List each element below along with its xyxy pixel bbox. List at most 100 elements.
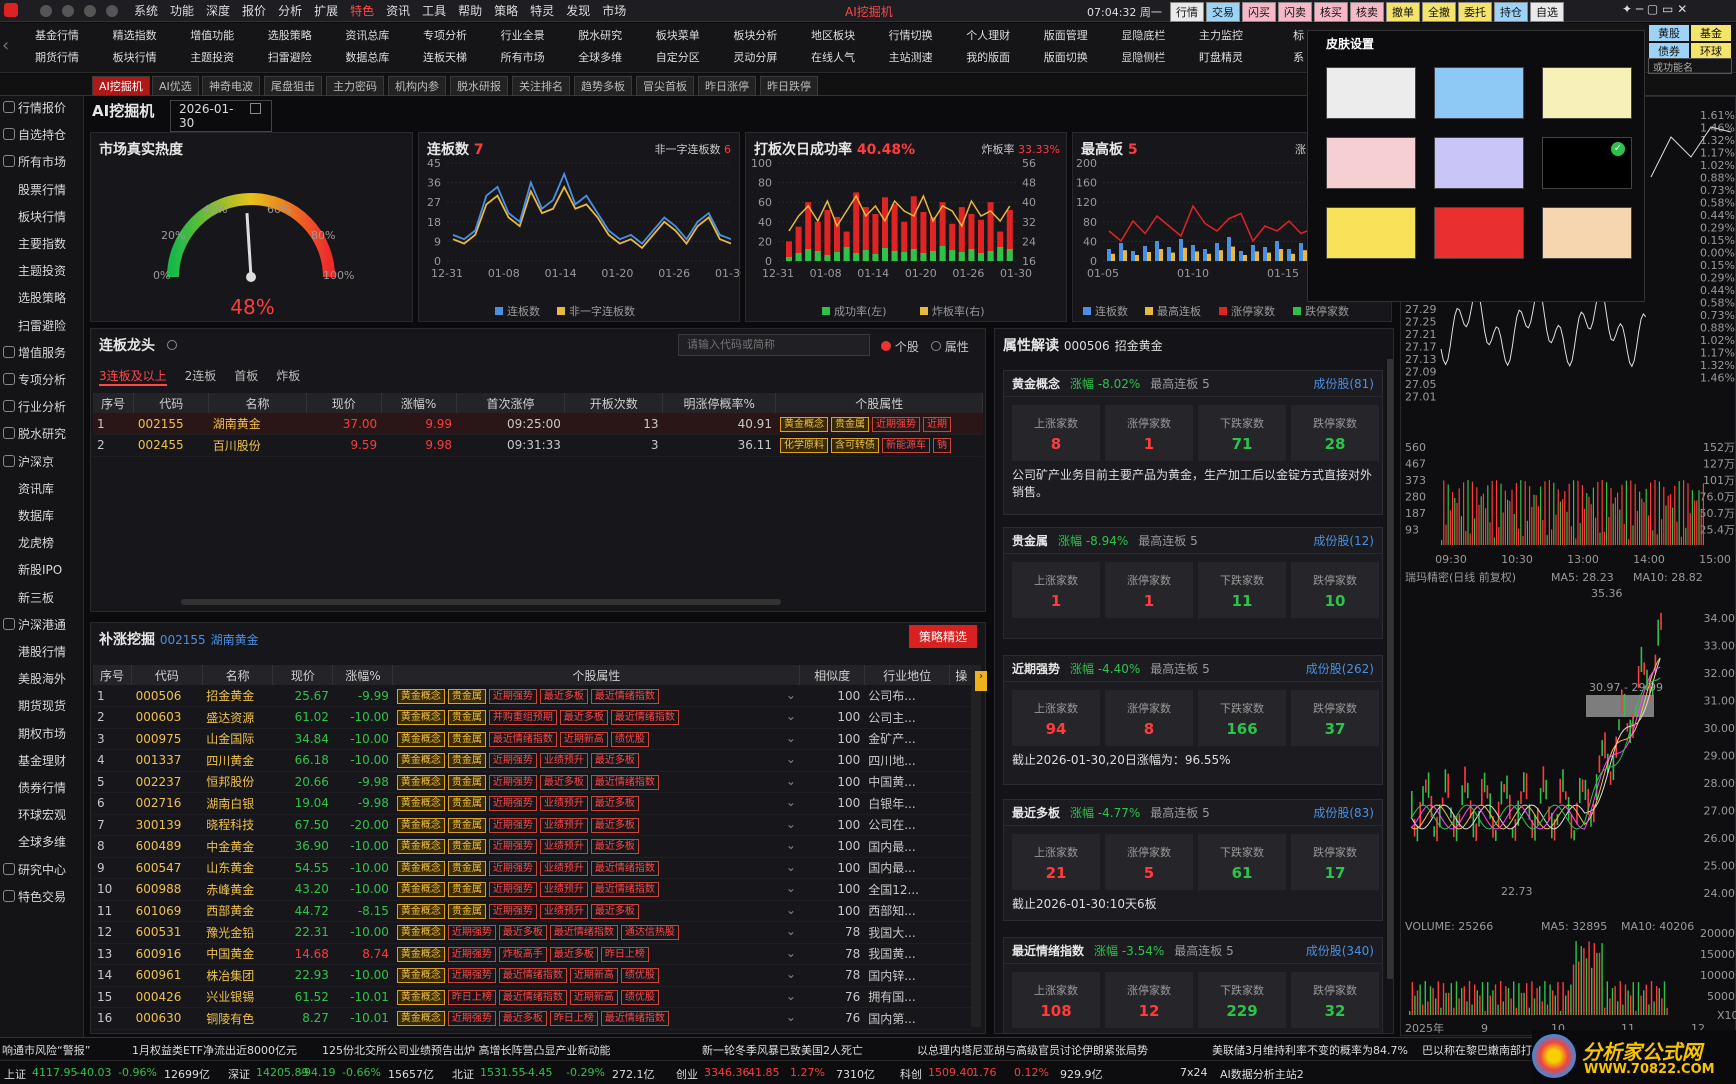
attribute-tag[interactable]: 最近多板 <box>590 817 639 833</box>
toolbar-版面管理[interactable]: 版面管理 <box>1027 25 1105 47</box>
sidebar-item-行业分析[interactable]: 行业分析 <box>0 395 84 419</box>
toolbar-个人理财[interactable]: 个人理财 <box>949 25 1027 47</box>
toolbar-主题投资[interactable]: 主题投资 <box>173 47 251 69</box>
attribute-tag[interactable]: 最近情绪指数 <box>590 688 659 704</box>
tab-神奇电波[interactable]: 神奇电波 <box>202 76 260 96</box>
attribute-tag[interactable]: 近期新高 <box>559 731 608 747</box>
menu-市场[interactable]: 市场 <box>596 3 632 19</box>
sidebar-item-特色交易[interactable]: 特色交易 <box>0 885 84 909</box>
sidebar-item-沪深港通[interactable]: 沪深港通 <box>0 613 84 637</box>
sidebar-item-新股IPO[interactable]: 新股IPO <box>0 558 84 582</box>
news-item[interactable]: 以总理内塔尼亚胡与高级官员讨论伊朗紧张局势 <box>917 1042 1148 1058</box>
table-row[interactable]: 4 001337 四川黄金 66.18 -10.00 黄金概念 贵金属 近期强势 业绩预升 最近多… <box>93 749 973 772</box>
sidebar-item-增值服务[interactable]: 增值服务 <box>0 341 84 365</box>
table-row[interactable]: 13 600916 中国黄金 14.68 8.74 黄金概念 近期强势 炸板高手 最近多板 昨日上… <box>93 943 973 965</box>
skin-swatch[interactable] <box>1326 207 1416 259</box>
news-item[interactable]: 新一轮冬季风暴已致美国2人死亡 <box>702 1042 863 1058</box>
attribute-tag[interactable]: 业绩预升 <box>539 753 588 769</box>
attribute-tag[interactable]: 近期强势 <box>871 416 920 432</box>
attribute-tag[interactable]: 黄金概念 <box>396 817 445 833</box>
toolbar-自定分区[interactable]: 自定分区 <box>639 47 717 69</box>
attribute-tag[interactable]: 黄金概念 <box>396 925 445 941</box>
attribute-tag[interactable]: 近期新高 <box>569 968 618 984</box>
attribute-tag[interactable]: 近期强势 <box>447 968 496 984</box>
attribute-tag[interactable]: 贵金属 <box>447 903 486 919</box>
toolbar-板块分析[interactable]: 板块分析 <box>716 25 794 47</box>
attribute-tag[interactable]: 黄金概念 <box>396 774 445 790</box>
news-item[interactable]: 美联储3月维持利率不变的概率为84.7% <box>1212 1042 1408 1058</box>
attribute-tag[interactable]: 贵金属 <box>447 860 486 876</box>
row-dropdown-icon[interactable]: ⌄ <box>786 946 796 960</box>
subtab-2连板[interactable]: 2连板 <box>185 367 217 386</box>
toolbar-行业全景[interactable]: 行业全景 <box>484 25 562 47</box>
toolbar-我的版面[interactable]: 我的版面 <box>949 47 1027 69</box>
attribute-tag[interactable]: 贵金属 <box>447 774 486 790</box>
tab-冒尖首板[interactable]: 冒尖首板 <box>636 76 694 96</box>
news-item[interactable]: 1月权益类ETF净流出近8000亿元 <box>132 1042 297 1058</box>
sidebar-item-环球宏观[interactable]: 环球宏观 <box>0 803 84 827</box>
sidebar-item-板块行情[interactable]: 板块行情 <box>0 205 84 229</box>
column-header[interactable]: 操 <box>949 665 973 685</box>
row-dropdown-icon[interactable]: ⌄ <box>786 838 796 852</box>
column-header[interactable]: 序号 <box>93 393 135 413</box>
tab-昨日跌停[interactable]: 昨日跌停 <box>760 76 818 96</box>
column-header[interactable]: 个股属性 <box>775 393 983 413</box>
toolbar-扫雷避险[interactable]: 扫雷避险 <box>251 47 329 69</box>
table-row[interactable]: 5 002237 恒邦股份 20.66 -9.98 黄金概念 贵金属 近期强势 最近多板 最近情绪… <box>93 771 973 793</box>
table-row[interactable]: 10 600988 赤峰黄金 43.20 -10.00 黄金概念 贵金属 近期强势 业绩预升 最近… <box>93 878 973 901</box>
toolbar-增值功能[interactable]: 增值功能 <box>173 25 251 47</box>
subtab-炸板[interactable]: 炸板 <box>276 367 300 386</box>
attribute-tag[interactable]: 最近情绪指数 <box>590 860 659 876</box>
attribute-tag[interactable]: 近期强势 <box>488 903 537 919</box>
table-row[interactable]: 3 000975 山金国际 34.84 -10.00 黄金概念 贵金属 最近情绪指数 近期新高绩… <box>93 728 973 750</box>
row-dropdown-icon[interactable]: ⌄ <box>786 795 796 809</box>
column-header[interactable]: 涨幅% <box>332 665 394 685</box>
attribute-tag[interactable]: 绩优股 <box>610 731 649 747</box>
column-header[interactable]: 相似度 <box>799 665 865 685</box>
attribute-tag[interactable]: 贵金属 <box>447 731 486 747</box>
column-header[interactable]: 涨幅% <box>381 393 457 413</box>
column-header[interactable]: 名称 <box>202 665 274 685</box>
attribute-tag[interactable]: 近期强势 <box>488 817 537 833</box>
skin-swatch[interactable] <box>1542 207 1632 259</box>
attribute-tag[interactable]: 近期新高 <box>569 989 618 1005</box>
menu-分析[interactable]: 分析 <box>272 3 308 19</box>
row-dropdown-icon[interactable]: ⌄ <box>786 860 796 874</box>
menu-功能[interactable]: 功能 <box>164 3 200 19</box>
menu-工具[interactable]: 工具 <box>416 3 452 19</box>
radio-stock[interactable]: 个股 <box>881 338 919 355</box>
right-tab-环球[interactable]: 环球 <box>1691 43 1731 59</box>
attribute-tag[interactable]: 贵金属 <box>447 688 486 704</box>
tab-昨日涨停[interactable]: 昨日涨停 <box>698 76 756 96</box>
column-header[interactable]: 行业地位 <box>864 665 951 685</box>
attribute-tag[interactable]: 贵金属 <box>447 839 486 855</box>
table-row[interactable]: 7 300139 晓程科技 67.50 -20.00 黄金概念 贵金属 近期强势 业绩预升 最近多… <box>93 814 973 836</box>
attribute-tag[interactable]: 黄金概念 <box>396 710 445 726</box>
attribute-tag[interactable]: 黄金概念 <box>396 1011 445 1027</box>
attribute-tag[interactable]: 业绩预升 <box>539 817 588 833</box>
sidebar-item-期货现货[interactable]: 期货现货 <box>0 694 84 718</box>
skin-swatch[interactable] <box>1326 67 1416 119</box>
table-row[interactable]: 11 601069 西部黄金 44.72 -8.15 黄金概念 贵金属 近期强势 业绩预升 最近多… <box>93 900 973 922</box>
attribute-tag[interactable]: 最近情绪指数 <box>498 989 567 1005</box>
attribute-tag[interactable]: 新能源车 <box>881 438 930 454</box>
server-label[interactable]: AI数据分析主站2 <box>1220 1066 1304 1082</box>
attribute-tag[interactable]: 最近多板 <box>498 925 547 941</box>
expand-arrow-icon[interactable]: › <box>975 671 987 691</box>
attribute-tag[interactable]: 近期强势 <box>488 753 537 769</box>
column-header[interactable]: 代码 <box>133 393 210 413</box>
sidebar-item-研究中心[interactable]: 研究中心 <box>0 858 84 882</box>
tab-AI优选[interactable]: AI优选 <box>152 76 199 96</box>
sidebar-item-港股行情[interactable]: 港股行情 <box>0 640 84 664</box>
attribute-tag[interactable]: 近期强势 <box>447 1011 496 1027</box>
table-row[interactable]: 15 000426 兴业银锡 61.52 -10.01 黄金概念 昨日上榜 最近情绪指数 近期新… <box>93 986 973 1008</box>
attribute-tag[interactable]: 最近情绪指数 <box>488 731 557 747</box>
quick-btn-核卖[interactable]: 核卖 <box>1350 2 1384 22</box>
attribute-tag[interactable]: 最近情绪指数 <box>549 925 618 941</box>
toolbar-所有市场[interactable]: 所有市场 <box>484 47 562 69</box>
attribute-tag[interactable]: 黄金概念 <box>396 688 445 704</box>
table-row[interactable]: 12 600531 豫光金铅 22.31 -10.00 黄金概念 近期强势 最近多板 最近情绪指… <box>93 921 973 944</box>
row-dropdown-icon[interactable]: ⌄ <box>786 709 796 723</box>
skin-swatch[interactable]: ✓ <box>1542 137 1632 189</box>
attribute-tag[interactable]: 业绩预升 <box>539 903 588 919</box>
